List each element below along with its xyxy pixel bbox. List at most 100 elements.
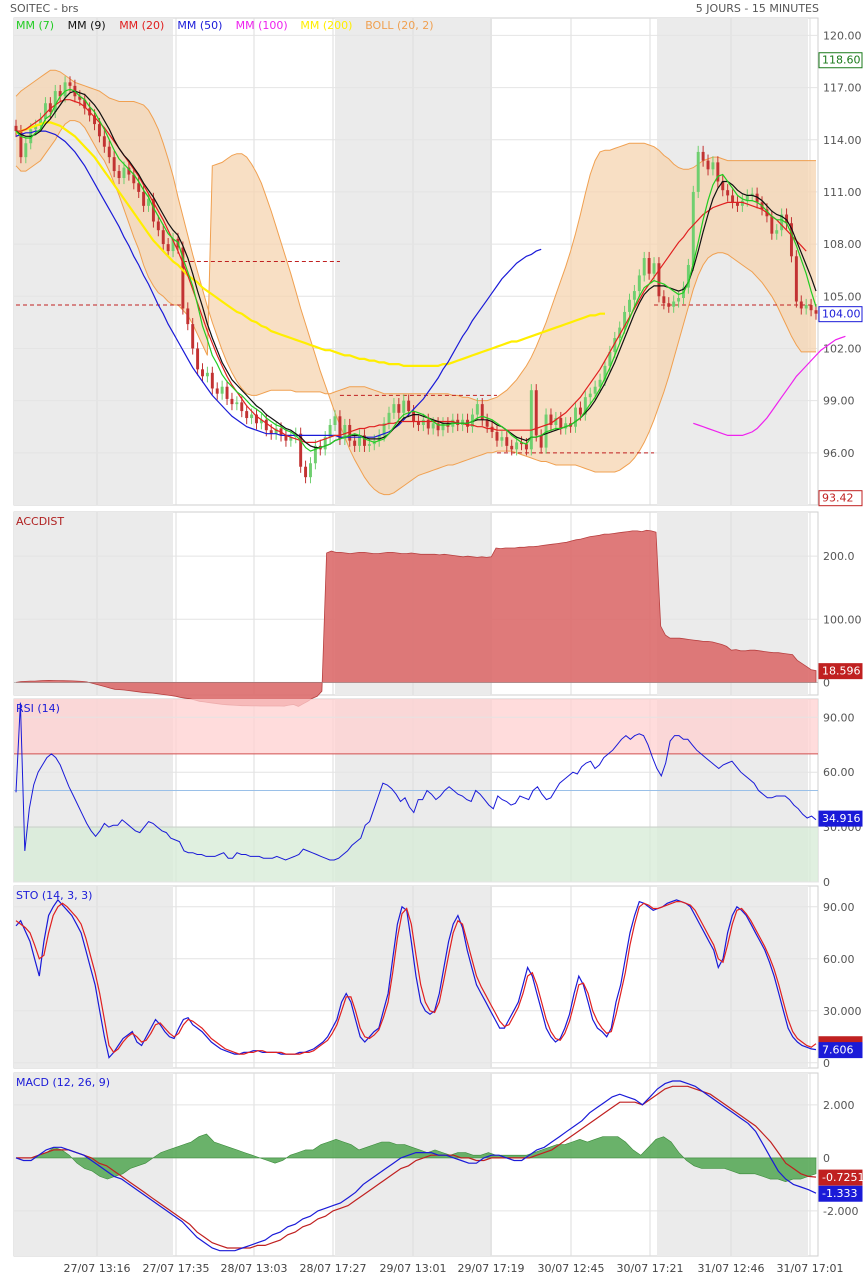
macd-axis-tick-label: 2.000 (823, 1099, 855, 1112)
candle-body (677, 298, 681, 302)
session-shade (14, 512, 173, 695)
x-axis-label: 27/07 17:35 (143, 1262, 210, 1275)
candle-body (628, 299, 631, 312)
x-axis-label: 31/07 12:46 (698, 1262, 765, 1275)
candle-body (637, 275, 641, 292)
price-axis-tick-label: 117.00 (823, 82, 862, 95)
rsi-last-value-badge-text: 34.916 (822, 812, 861, 825)
legend-entry: BOLL (20, 2) (365, 19, 433, 32)
candle-body (809, 304, 813, 311)
candle-body (402, 400, 406, 413)
candle-body (510, 445, 514, 450)
rsi-axis-tick-label: 60.00 (823, 766, 855, 779)
sto-last-value-badge-text: 7.606 (822, 1044, 854, 1057)
candle-body (107, 146, 111, 158)
candle-body (515, 442, 519, 450)
macd-last-value-badge-text: -0.7251 (822, 1171, 864, 1184)
candle-body (112, 157, 116, 172)
accdist-title: ACCDIST (16, 515, 64, 528)
sto-axis-tick-label: 0 (823, 1057, 830, 1070)
candle-body (161, 230, 165, 245)
price-axis-tick-label: 105.00 (823, 290, 862, 303)
candle-body (196, 348, 200, 370)
candle-body (309, 463, 312, 478)
x-axis-label: 31/07 17:01 (777, 1262, 844, 1275)
price-axis-tick-label: 114.00 (823, 134, 862, 147)
accdist-axis-tick-label: 100.00 (823, 613, 862, 626)
rsi-axis-tick-label: 0 (823, 876, 830, 889)
price-last-value-badge-text: 104.00 (822, 308, 861, 321)
price-axis-tick-label: 120.00 (823, 29, 862, 42)
candle-body (191, 324, 195, 349)
candle-body (412, 411, 416, 422)
candle-body (775, 230, 779, 234)
accdist-last-value-badge-text: 18.596 (822, 665, 861, 678)
session-shade (657, 886, 808, 1068)
x-axis-label: 28/07 13:03 (221, 1262, 288, 1275)
candle-body (245, 411, 249, 419)
macd-axis-tick-label: 0 (823, 1152, 830, 1165)
candle-body (475, 404, 479, 415)
candle-body (667, 303, 671, 307)
candle-body (701, 151, 705, 161)
candle-body (230, 398, 234, 405)
candle-body (421, 419, 425, 425)
candle-body (166, 244, 170, 252)
candle-body (210, 372, 214, 389)
sto-axis-tick-label: 30.000 (823, 1005, 862, 1018)
candle-body (102, 136, 106, 147)
accdist-axis-tick-label: 200.0 (823, 550, 855, 563)
candle-body (215, 388, 219, 394)
rsi-oversold-zone (14, 827, 818, 882)
candle-body (726, 190, 730, 196)
candle-body (480, 404, 484, 420)
chart-canvas: 120.00117.00114.00111.00108.00105.00102.… (13, 17, 864, 1275)
candle-body (407, 400, 411, 412)
candle-body (367, 444, 371, 446)
candle-body (117, 171, 121, 179)
candle-body (814, 310, 818, 314)
candle-body (225, 386, 229, 399)
macd-last-value-badge-text: -1.333 (822, 1187, 857, 1200)
candle-body (24, 143, 28, 158)
candle-body (397, 404, 401, 413)
candle-body (770, 216, 774, 234)
candle-body (264, 419, 268, 431)
candle-body (43, 103, 47, 119)
candle-body (529, 390, 533, 450)
candle-body (696, 151, 700, 192)
rsi-title: RSI (14) (16, 702, 60, 715)
candle-body (122, 167, 126, 179)
price-last-value-badge-text: 93.42 (822, 492, 854, 505)
x-axis-label: 29/07 13:01 (380, 1262, 447, 1275)
x-axis-label: 27/07 13:16 (64, 1262, 131, 1275)
candle-body (97, 124, 101, 137)
rsi-axis-tick-label: 90.00 (823, 711, 855, 724)
rsi-overbought-zone (14, 699, 818, 754)
candle-body (201, 369, 204, 377)
candle-body (539, 435, 543, 448)
candle-body (574, 407, 577, 427)
candle-body (559, 418, 563, 429)
candle-body (794, 256, 798, 302)
candle-body (353, 440, 357, 446)
price-axis-tick-label: 108.00 (823, 238, 862, 251)
legend-entry: MM (9) (68, 19, 106, 32)
sto-axis-tick-label: 90.00 (823, 901, 855, 914)
candle-body (68, 82, 72, 86)
candle-body (387, 412, 391, 424)
legend-entry: MM (100) (236, 19, 288, 32)
candle-body (691, 191, 695, 265)
price-axis-tick-label: 96.00 (823, 447, 855, 460)
candle-body (431, 423, 435, 429)
macd-title: MACD (12, 26, 9) (16, 1076, 110, 1089)
candle-body (220, 386, 224, 394)
candle-body (588, 393, 592, 398)
candle-body (53, 91, 57, 112)
candle-body (505, 437, 509, 446)
candle-body (333, 416, 337, 425)
sto-title: STO (14, 3, 3) (16, 889, 92, 902)
candle-body (156, 221, 160, 231)
candle-body (495, 431, 499, 441)
price-axis-tick-label: 99.00 (823, 395, 855, 408)
